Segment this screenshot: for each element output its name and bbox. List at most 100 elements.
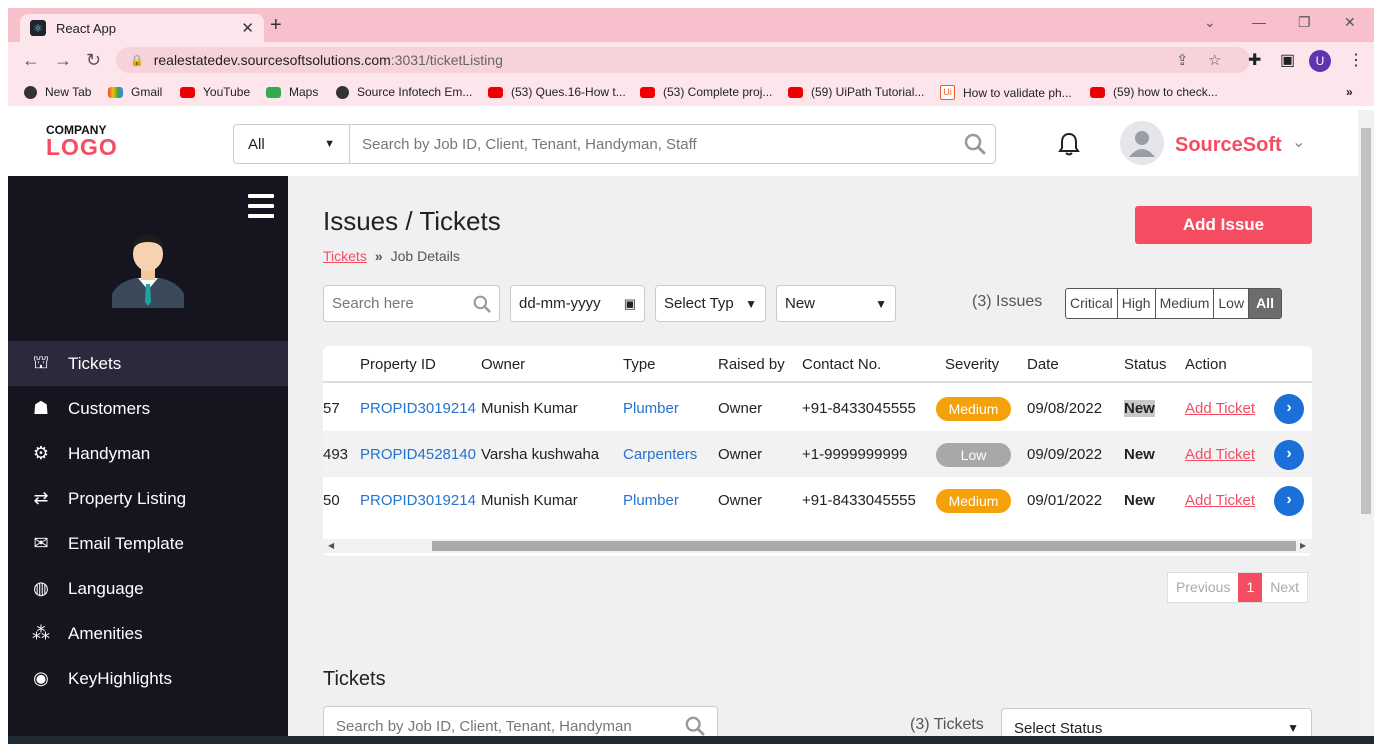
tickets-count: (3) Tickets (910, 716, 984, 733)
search-input[interactable]: Search by Job ID, Client, Tenant, Handym… (350, 125, 955, 163)
profile-avatar[interactable]: U (1309, 50, 1331, 72)
chevron-right-icon[interactable]: › (1274, 440, 1304, 470)
bookmark-item[interactable]: (53) Complete proj... (640, 85, 772, 99)
severity-low-button[interactable]: Low (1214, 289, 1250, 318)
table-row: 493 PROPID4528140 Varsha kushwaha Carpen… (323, 431, 1312, 477)
status-filter-value: New (785, 295, 816, 312)
ticket-status-value: Select Status (1014, 719, 1103, 737)
reload-icon[interactable]: ↻ (86, 50, 101, 71)
bookmark-item[interactable]: New Tab (24, 85, 91, 99)
back-icon[interactable]: ← (22, 50, 40, 71)
status-filter-select[interactable]: New ▼ (776, 285, 896, 322)
bookmark-item[interactable]: YouTube (180, 85, 250, 99)
add-issue-button[interactable]: Add Issue (1135, 206, 1312, 244)
sidebar-item-label: Tickets (68, 353, 122, 373)
horizontal-scrollbar[interactable]: ◀ ▶ (323, 539, 1312, 553)
browser-tab[interactable]: ⚛ React App ✕ (20, 14, 264, 42)
bookmark-item[interactable]: Maps (266, 85, 318, 99)
severity-high-button[interactable]: High (1118, 289, 1156, 318)
sidebar-item-tickets[interactable]: ⛫ Tickets (8, 341, 288, 386)
maps-icon (266, 86, 281, 98)
date-picker[interactable]: dd-mm-yyyy ▣ (510, 285, 645, 322)
chevron-down-icon[interactable]: ⌄ (1204, 14, 1216, 31)
property-id-link[interactable]: PROPID3019214 (360, 492, 476, 509)
pagination-page[interactable]: 1 (1238, 573, 1263, 602)
pagination-next[interactable]: Next (1262, 573, 1307, 602)
url-field[interactable]: 🔒 realestatedev.sourcesoftsolutions.com:… (116, 47, 1250, 73)
scroll-right-icon[interactable]: ▶ (1300, 539, 1306, 553)
company-logo[interactable]: COMPANY LOGO (46, 124, 118, 159)
sidebar-item-property-listing[interactable]: ⇄ Property Listing (8, 476, 288, 521)
forward-icon[interactable]: → (54, 50, 72, 71)
sidebar-item-label: Amenities (68, 623, 143, 643)
maximize-icon[interactable]: ❐ (1298, 14, 1311, 31)
type-link[interactable]: Plumber (623, 492, 679, 509)
bookmark-label: New Tab (45, 85, 92, 99)
calendar-icon: ▣ (623, 295, 636, 311)
chevron-right-icon[interactable]: › (1274, 486, 1304, 516)
user-avatar[interactable] (1120, 121, 1164, 165)
type-link[interactable]: Plumber (623, 400, 679, 417)
bookmark-item[interactable]: (59) UiPath Tutorial... (788, 85, 924, 99)
user-name[interactable]: SourceSoft (1175, 134, 1282, 157)
sidebar-item-language[interactable]: ◍ Language (8, 566, 288, 611)
type-link[interactable]: Carpenters (623, 446, 697, 463)
sidepanel-icon[interactable]: ▣ (1280, 50, 1295, 70)
issue-search-input[interactable]: Search here (323, 285, 500, 322)
amenities-icon: ⁂ (32, 623, 50, 643)
sidebar-item-label: Handyman (68, 443, 151, 463)
issues-count: (3) Issues (972, 293, 1043, 310)
more-bookmarks-icon[interactable]: » (1346, 85, 1353, 99)
breadcrumb-link-tickets[interactable]: Tickets (323, 248, 367, 264)
page-vertical-scrollbar[interactable] (1358, 110, 1374, 736)
hamburger-menu-icon[interactable] (248, 194, 274, 224)
sidebar-item-amenities[interactable]: ⁂ Amenities (8, 611, 288, 656)
property-id-link[interactable]: PROPID4528140 (360, 446, 476, 463)
search-button[interactable] (955, 125, 995, 163)
sidebar-item-customers[interactable]: ☗ Customers (8, 386, 288, 431)
bell-icon[interactable] (1058, 132, 1080, 161)
type-select[interactable]: Select Typ ▼ (655, 285, 766, 322)
severity-badge: Low (936, 443, 1011, 467)
star-icon[interactable]: ☆ (1208, 51, 1221, 69)
property-id-link[interactable]: PROPID3019214 (360, 400, 476, 417)
sidebar-item-handyman[interactable]: ⚙ Handyman (8, 431, 288, 476)
bookmark-item[interactable]: (53) Ques.16-How t... (488, 85, 626, 99)
sidebar-item-label: Language (68, 578, 144, 598)
date-cell: 09/09/2022 (1027, 446, 1103, 463)
close-window-icon[interactable]: ✕ (1344, 14, 1356, 31)
url-host: realestatedev.sourcesoftsolutions.com (153, 52, 391, 68)
sidebar-item-email-template[interactable]: ✉ Email Template (8, 521, 288, 566)
column-header: Owner (481, 356, 526, 373)
scrollbar-thumb[interactable] (432, 541, 1296, 551)
bookmark-item[interactable]: (59) how to check... (1090, 85, 1218, 99)
add-ticket-link[interactable]: Add Ticket (1185, 492, 1255, 509)
bookmark-item[interactable]: Gmail (108, 85, 162, 99)
bookmark-label: How to validate ph... (963, 85, 1072, 100)
sidebar-item-keyhighlights[interactable]: ◉ KeyHighlights (8, 656, 288, 701)
sidebar: ⛫ Tickets ☗ Customers ⚙ Handyman ⇄ Prope… (8, 176, 288, 736)
chevron-right-icon[interactable]: › (1274, 394, 1304, 424)
severity-critical-button[interactable]: Critical (1066, 289, 1118, 318)
close-icon[interactable]: ✕ (241, 19, 254, 37)
add-ticket-link[interactable]: Add Ticket (1185, 400, 1255, 417)
sidebar-item-label: KeyHighlights (68, 668, 172, 688)
scrollbar-thumb[interactable] (1361, 128, 1371, 514)
pagination-previous[interactable]: Previous (1168, 573, 1238, 602)
minimize-icon[interactable]: — (1252, 14, 1266, 30)
bookmark-item[interactable]: Source Infotech Em... (336, 85, 472, 99)
search-category-select[interactable]: All ▼ (234, 125, 350, 163)
bookmark-item[interactable]: Ui How to validate ph... (940, 85, 1072, 100)
scroll-left-icon[interactable]: ◀ (328, 539, 334, 553)
gmail-icon (108, 86, 123, 98)
share-icon[interactable]: ⇪ (1176, 51, 1189, 69)
table-row: 50 PROPID3019214 Munish Kumar Plumber Ow… (323, 477, 1312, 523)
search-icon (473, 295, 491, 313)
chevron-down-icon[interactable]: ⌄ (1292, 132, 1305, 152)
severity-medium-button[interactable]: Medium (1156, 289, 1215, 318)
add-ticket-link[interactable]: Add Ticket (1185, 446, 1255, 463)
new-tab-icon[interactable]: + (270, 14, 282, 37)
puzzle-icon[interactable]: ✚ (1248, 50, 1261, 70)
severity-all-button[interactable]: All (1249, 289, 1281, 318)
kebab-menu-icon[interactable]: ⋮ (1348, 50, 1364, 70)
